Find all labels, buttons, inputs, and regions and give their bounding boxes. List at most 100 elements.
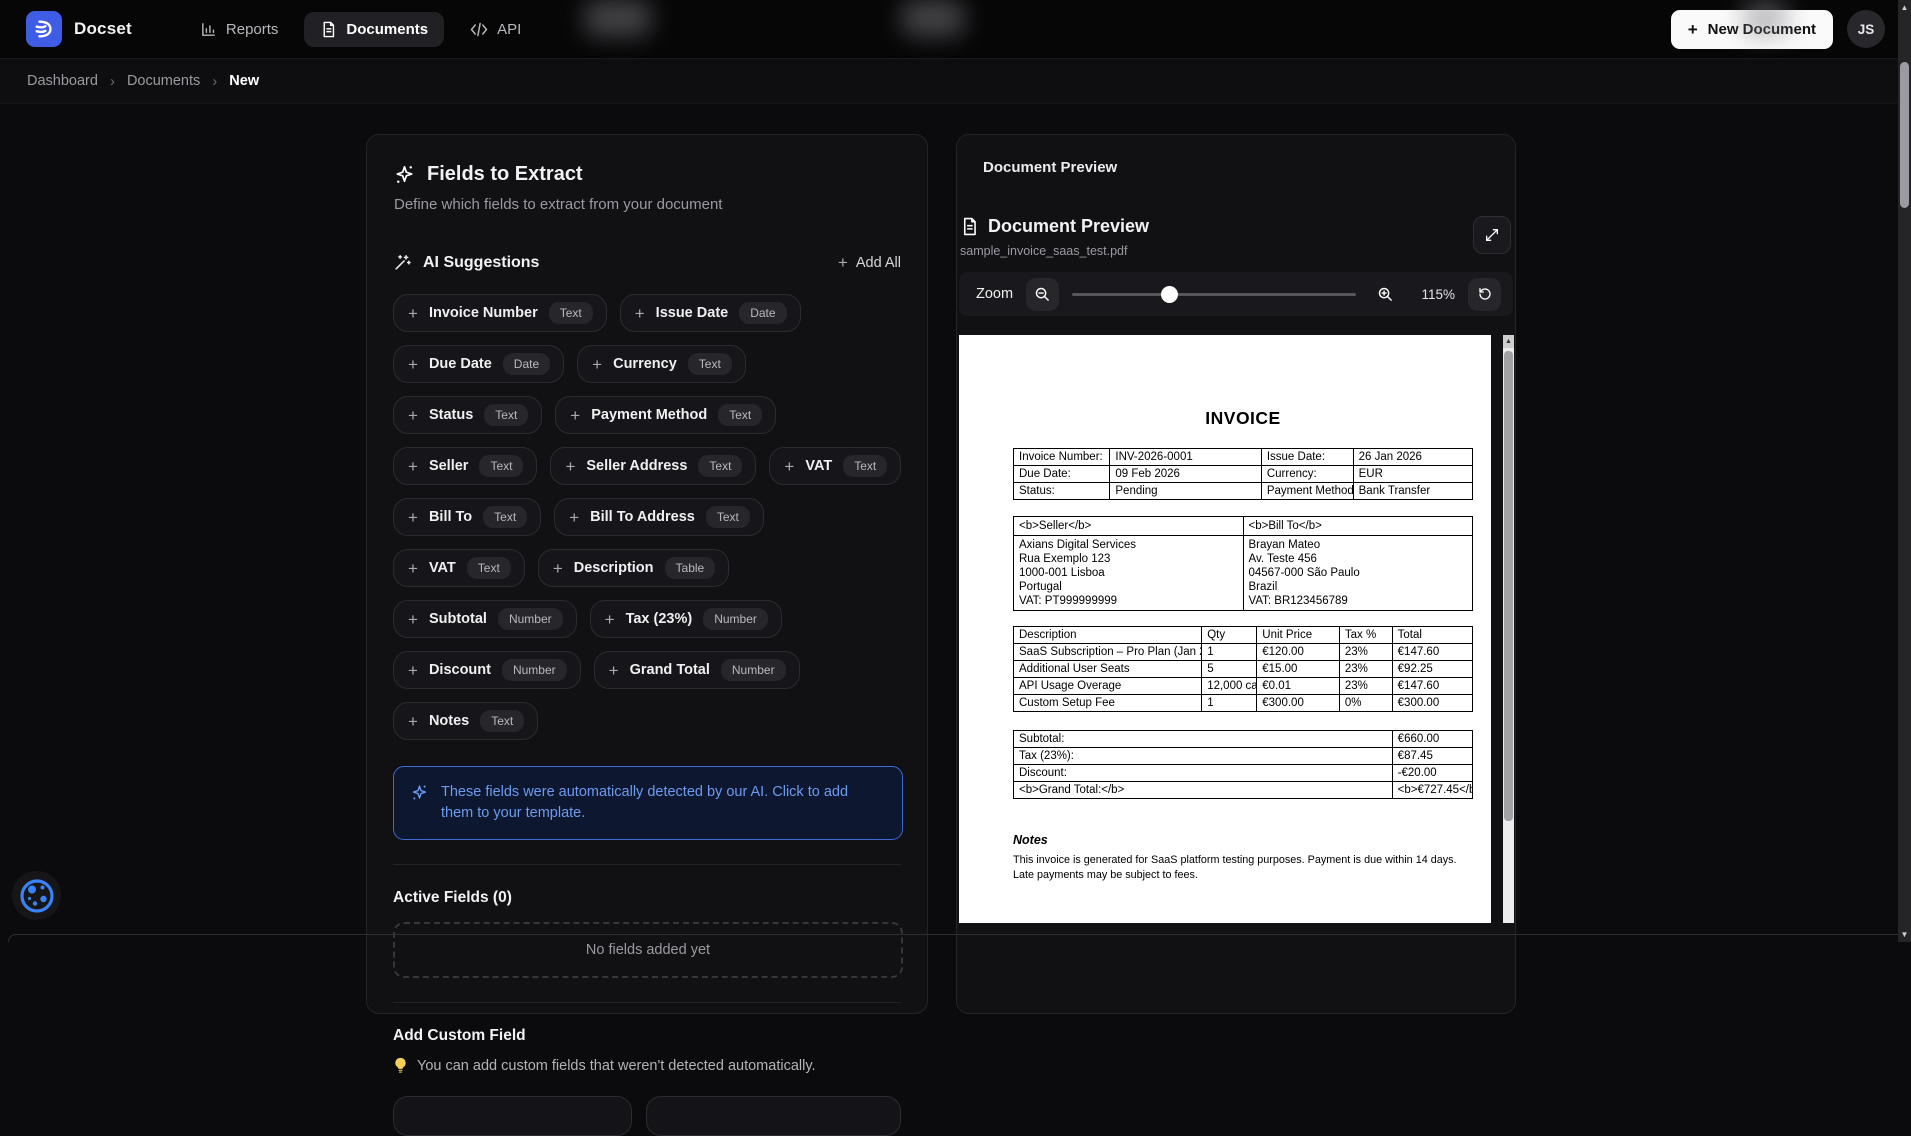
- plus-icon: +: [408, 713, 418, 730]
- add-custom-tip: You can add custom fields that weren't d…: [417, 1058, 816, 1074]
- suggestion-chip-bill-to[interactable]: +Bill ToText: [393, 498, 541, 536]
- table-row: API Usage Overage12,000 calls€0.0123%€14…: [1014, 678, 1473, 695]
- suggestion-chip-payment-method[interactable]: +Payment MethodText: [555, 396, 776, 434]
- table-cell: 1: [1202, 644, 1257, 661]
- page-title: Fields to Extract: [427, 163, 583, 186]
- suggestion-chip-subtotal[interactable]: +SubtotalNumber: [393, 600, 577, 638]
- table-row: Due Date:09 Feb 2026Currency:EUR: [1014, 466, 1473, 483]
- page-scrollbar[interactable]: ▲ ▼: [1898, 0, 1911, 942]
- slider-thumb[interactable]: [1161, 286, 1178, 303]
- scroll-up-icon[interactable]: ▲: [1503, 335, 1514, 348]
- nav-item-reports[interactable]: Reports: [184, 12, 295, 47]
- invoice-notes-body: This invoice is generated for SaaS platf…: [1013, 853, 1465, 882]
- zoom-out-button[interactable]: [1026, 278, 1059, 311]
- chip-type-badge: Number: [498, 608, 563, 630]
- table-cell: €660.00: [1392, 731, 1472, 748]
- document-viewport: INVOICE Invoice Number:INV-2026-0001Issu…: [957, 335, 1515, 923]
- invoice-notes-title: Notes: [1013, 833, 1473, 847]
- suggestion-chip-status[interactable]: +StatusText: [393, 396, 542, 434]
- scroll-up-icon[interactable]: ▲: [1898, 0, 1911, 15]
- table-cell: <b>Bill To</b>: [1243, 517, 1473, 536]
- chip-label: Issue Date: [656, 305, 729, 321]
- chip-label: VAT: [805, 458, 832, 474]
- nav-item-api[interactable]: API: [454, 12, 537, 47]
- suggestion-chip-vat-8[interactable]: +VATText: [769, 447, 901, 485]
- ai-suggestion-chips: +Invoice NumberText+Issue DateDate+Due D…: [393, 294, 903, 740]
- plus-icon: +: [592, 356, 602, 373]
- add-custom-field-title: Add Custom Field: [393, 1027, 901, 1045]
- zoom-reset-button[interactable]: [1468, 278, 1501, 311]
- table-row: Axians Digital ServicesRua Exemplo 12310…: [1014, 536, 1473, 611]
- bottom-sheet-edge: [8, 934, 1898, 942]
- table-cell: 23%: [1339, 678, 1392, 695]
- table-cell: Issue Date:: [1261, 449, 1353, 466]
- suggestion-chip-issue-date[interactable]: + Issue Date Date: [620, 294, 801, 332]
- table-row: DescriptionQtyUnit PriceTax %Total: [1014, 627, 1473, 644]
- chip-label: Invoice Number: [429, 305, 538, 321]
- breadcrumb-new: New: [229, 73, 259, 89]
- suggestion-chip-invoice-number[interactable]: +Invoice NumberText: [393, 294, 607, 332]
- plus-icon: +: [1688, 21, 1698, 38]
- table-cell: €92.25: [1392, 661, 1472, 678]
- chip-type-badge: Date: [739, 302, 786, 324]
- table-cell: <b>Seller</b>: [1014, 517, 1244, 536]
- invoice-page: INVOICE Invoice Number:INV-2026-0001Issu…: [959, 335, 1491, 923]
- plus-icon: +: [553, 560, 563, 577]
- plus-icon: +: [635, 305, 645, 322]
- avatar[interactable]: JS: [1847, 10, 1885, 48]
- suggestion-chip-bill-to-address[interactable]: +Bill To AddressText: [554, 498, 764, 536]
- chip-label: Seller: [429, 458, 469, 474]
- suggestion-chip-notes[interactable]: +NotesText: [393, 702, 538, 740]
- suggestion-chip-currency[interactable]: +CurrencyText: [577, 345, 746, 383]
- chip-type-badge: Date: [503, 353, 550, 375]
- table-cell: Subtotal:: [1014, 731, 1393, 748]
- table-cell: EUR: [1353, 466, 1472, 483]
- suggestion-chip-due-date[interactable]: +Due DateDate: [393, 345, 564, 383]
- suggestion-chip-vat-11[interactable]: +VATText: [393, 549, 525, 587]
- card-title: Document Preview: [957, 159, 1515, 176]
- plus-icon: +: [570, 407, 580, 424]
- suggestion-chip-discount[interactable]: +DiscountNumber: [393, 651, 581, 689]
- invoice-meta-table: Invoice Number:INV-2026-0001Issue Date:2…: [1013, 448, 1473, 500]
- suggestion-chip-grand-total[interactable]: +Grand TotalNumber: [594, 651, 800, 689]
- custom-field-type-input[interactable]: [646, 1096, 901, 1136]
- ai-suggestions-title: AI Suggestions: [423, 254, 539, 272]
- breadcrumb-documents[interactable]: Documents: [127, 73, 200, 89]
- chip-label: Tax (23%): [626, 611, 693, 627]
- table-cell: 23%: [1339, 644, 1392, 661]
- table-cell: 12,000 calls: [1202, 678, 1257, 695]
- suggestion-chip-seller[interactable]: +SellerText: [393, 447, 537, 485]
- scrollbar-thumb[interactable]: [1504, 351, 1513, 821]
- expand-button[interactable]: [1473, 216, 1511, 254]
- table-cell: Tax %: [1339, 627, 1392, 644]
- add-all-button[interactable]: + Add All: [838, 254, 901, 271]
- zoom-slider[interactable]: [1072, 286, 1356, 303]
- suggestion-chip-tax-23[interactable]: +Tax (23%)Number: [590, 600, 782, 638]
- docset-logo-icon[interactable]: [26, 11, 62, 47]
- ai-notice[interactable]: These fields were automatically detected…: [393, 766, 903, 840]
- chip-label: Payment Method: [591, 407, 707, 423]
- plus-icon: +: [408, 356, 418, 373]
- suggestion-chip-seller-address[interactable]: +Seller AddressText: [550, 447, 756, 485]
- scroll-down-icon[interactable]: ▼: [1898, 927, 1911, 942]
- table-cell: 1: [1202, 695, 1257, 712]
- chip-type-badge: Text: [479, 455, 523, 477]
- preview-scrollbar[interactable]: ▲: [1503, 335, 1514, 923]
- zoom-toolbar: Zoom 115%: [959, 272, 1513, 316]
- table-cell: €300.00: [1257, 695, 1340, 712]
- custom-field-name-input[interactable]: [393, 1096, 632, 1136]
- scrollbar-thumb[interactable]: [1900, 62, 1909, 208]
- chip-type-badge: Number: [502, 659, 567, 681]
- zoom-label: Zoom: [976, 286, 1013, 302]
- brand-name[interactable]: Docset: [74, 19, 132, 39]
- nav-item-documents[interactable]: Documents: [304, 12, 444, 47]
- chip-type-badge: Text: [688, 353, 732, 375]
- invoice-totals-table: Subtotal:€660.00Tax (23%):€87.45Discount…: [1013, 730, 1473, 799]
- breadcrumb-dashboard[interactable]: Dashboard: [27, 73, 98, 89]
- help-widget-button[interactable]: [12, 871, 61, 920]
- table-cell: €120.00: [1257, 644, 1340, 661]
- suggestion-chip-description[interactable]: +DescriptionTable: [538, 549, 729, 587]
- sparkles-icon: [410, 783, 429, 824]
- bar-chart-icon: [200, 21, 217, 38]
- zoom-in-button[interactable]: [1369, 278, 1402, 311]
